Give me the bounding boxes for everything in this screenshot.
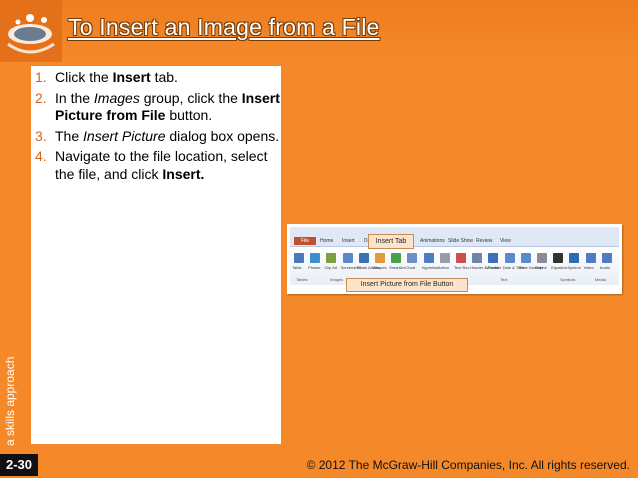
ribbon-button-label: SmartArt — [389, 265, 405, 270]
ribbon-button-label: Table — [292, 265, 302, 270]
ribbon-button-action-icon — [439, 253, 450, 263]
content-panel: 1. Click the Insert tab. 2. In the Images g… — [31, 66, 281, 444]
ribbon-button-text-box-icon — [456, 253, 466, 263]
ribbon-group-label: Media — [595, 277, 606, 282]
step-text: In the — [55, 89, 94, 106]
step-text: Insert. — [162, 165, 205, 182]
step-text: The — [55, 127, 84, 144]
step-item: 3. The Insert Picture dialog box opens. — [35, 128, 281, 146]
ribbon-tab-insert: Insert — [342, 238, 355, 244]
ribbon-button-label: Hyperlink — [421, 265, 439, 270]
water-splash-logo-icon — [0, 0, 62, 62]
step-text: dialog box opens. — [165, 127, 280, 144]
ribbon-button-label: Chart — [405, 265, 416, 270]
ribbon-button-label: Picture — [308, 265, 321, 270]
ribbon-button-date-time-icon — [504, 253, 515, 263]
step-text: group, click the — [139, 89, 242, 106]
ribbon-button-label: Action — [437, 265, 449, 270]
ribbon-button-chart-icon — [407, 253, 418, 263]
ribbon-button-smartart-icon — [391, 253, 402, 263]
ribbon-button-shapes-icon — [375, 253, 385, 263]
ribbon-tab-review: Review — [476, 238, 493, 244]
ribbon-button-header-footer-icon — [472, 253, 483, 263]
ribbon-button-object-icon — [537, 253, 547, 263]
ribbon-button-label: Audio — [599, 265, 611, 270]
ribbon-tab-file: File — [294, 237, 316, 245]
ribbon-tabs: FileHomeInsertDesignTransitionsAnimation… — [290, 237, 619, 245]
step-number: 2. — [35, 89, 47, 106]
ribbon-button-equation-icon — [553, 253, 564, 263]
ribbon-button-table-icon — [294, 253, 304, 263]
ribbon-button-label: WordArt — [486, 265, 501, 270]
step-text: Images — [93, 89, 140, 106]
insert-picture-button-callout: Insert Picture from File Button — [346, 278, 468, 292]
steps-list: 1. Click the Insert tab. 2. In the Images g… — [31, 66, 281, 183]
ribbon-button-clip-art-icon — [326, 253, 337, 263]
ribbon-tab-home: Home — [320, 238, 334, 244]
footer: 2-30 © 2012 The McGraw-Hill Companies, I… — [0, 452, 638, 478]
ribbon-button-audio-icon — [601, 253, 612, 263]
step-text: Insert Picture — [83, 127, 166, 144]
ribbon-button-screenshot-icon — [342, 253, 353, 263]
page-number: 2-30 — [0, 454, 38, 476]
step-number: 1. — [35, 69, 47, 85]
step-text: Click the — [55, 69, 113, 85]
step-number: 4. — [35, 148, 47, 164]
ribbon-button-label: Symbol — [567, 265, 581, 270]
ribbon-tab-slide-show: Slide Show — [448, 238, 474, 244]
ribbon-button-photo-album-icon — [358, 253, 369, 263]
copyright-text: © 2012 The McGraw-Hill Companies, Inc. A… — [306, 458, 630, 472]
ribbon-button-picture-icon — [310, 253, 321, 263]
step-text: button. — [165, 107, 213, 123]
step-text: tab. — [150, 69, 178, 85]
ribbon-button-video-icon — [585, 253, 596, 263]
step-item: 4. Navigate to the file location, select … — [35, 148, 281, 183]
ribbon-tab-animations: Animations — [420, 238, 445, 244]
ribbon-button-label: Equation — [551, 265, 567, 270]
ribbon-button-symbol-icon — [569, 253, 580, 263]
step-item: 2. In the Images group, click the Insert … — [35, 90, 281, 125]
ribbon-group-label: Symbols — [560, 277, 576, 282]
ribbon-tab-view: View — [500, 238, 511, 244]
ribbon-button-label: Object — [535, 265, 547, 270]
side-label: a skills approach — [3, 356, 17, 446]
step-item: 1. Click the Insert tab. — [35, 69, 281, 87]
ribbon-group-label: Text — [500, 277, 508, 282]
ribbon-button-label: Text Box — [454, 265, 470, 270]
ribbon-button-label: Shapes — [373, 265, 387, 270]
step-text: Insert — [112, 69, 151, 85]
slide-title: To Insert an Image from a File — [68, 14, 380, 40]
step-number: 3. — [35, 127, 47, 144]
ribbon-button-label: Video — [583, 265, 594, 270]
ribbon-group-label: Tables — [296, 277, 308, 282]
ribbon-button-wordart-icon — [488, 253, 499, 263]
ribbon-group-label: Images — [330, 277, 344, 282]
ribbon-button-label: Clip Art — [324, 265, 338, 270]
insert-tab-callout: Insert Tab — [368, 234, 414, 249]
ribbon-button-hyperlink-icon — [423, 253, 434, 263]
ribbon-button-slide-number-icon — [520, 253, 531, 263]
